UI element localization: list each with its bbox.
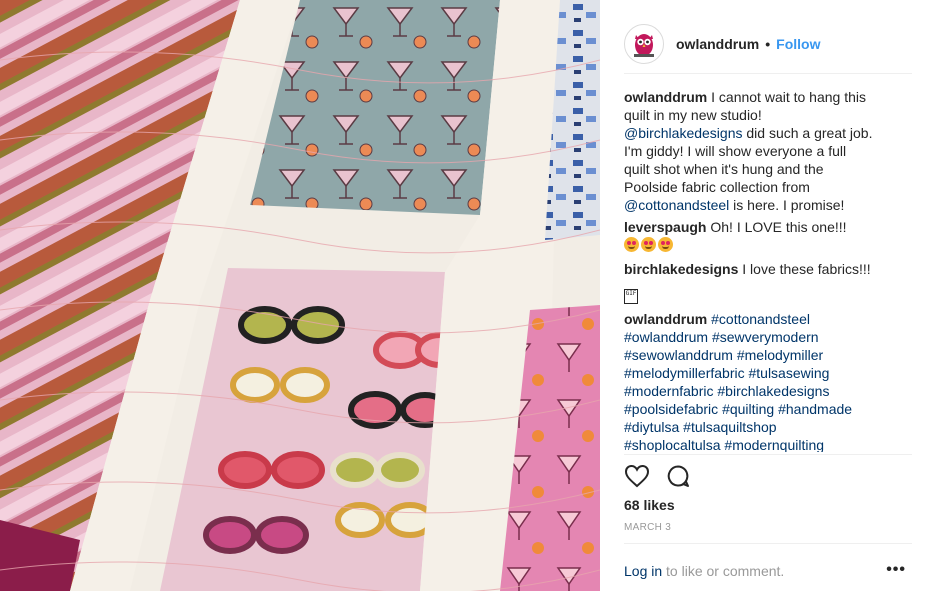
- likes-count[interactable]: 68 likes: [624, 497, 675, 513]
- quilt-photo-illustration: [0, 0, 600, 591]
- heart-eyes-emoji-icon: [641, 237, 656, 252]
- hashtag-link[interactable]: #sewverymodern: [712, 329, 819, 345]
- comment-username[interactable]: birchlakedesigns: [624, 261, 738, 277]
- comment-text: I love these fabrics!!!: [738, 261, 871, 277]
- follow-button[interactable]: Follow: [776, 36, 820, 52]
- post-date[interactable]: MARCH 3: [624, 522, 671, 533]
- mention-link[interactable]: @cottonandsteel: [624, 197, 729, 213]
- comment-bubble-icon: [667, 465, 689, 487]
- comment-text: Oh! I LOVE this one!!!: [706, 219, 847, 235]
- comment-text: is here. I promise!: [729, 197, 845, 213]
- like-button[interactable]: [624, 464, 650, 488]
- hashtag-link[interactable]: #owlanddrum: [624, 329, 708, 345]
- hashtag-link[interactable]: #melodymiller: [737, 347, 823, 363]
- hashtag-link[interactable]: #tulsaquiltshop: [683, 419, 776, 435]
- avatar[interactable]: [624, 23, 664, 64]
- comment-button[interactable]: [666, 464, 690, 488]
- mention-link[interactable]: @birchlakedesigns: [624, 125, 743, 141]
- hashtag-link[interactable]: #modernquilting: [724, 437, 824, 452]
- header-separator: •: [765, 35, 771, 52]
- heart-eyes-emoji-icon: [658, 237, 673, 252]
- hashtag-link[interactable]: #diytulsa: [624, 419, 679, 435]
- login-prompt-text: to like or comment.: [662, 563, 785, 579]
- comment-username[interactable]: leverspaugh: [624, 219, 706, 235]
- comments-list[interactable]: owlanddrum I cannot wait to hang this qu…: [624, 88, 874, 452]
- post-side-panel: owlanddrum • Follow owlanddrum I cannot …: [600, 0, 926, 591]
- post-actions: [624, 462, 690, 490]
- divider: [624, 454, 912, 455]
- list-item: birchlakedesigns I love these fabrics!!!…: [624, 260, 874, 304]
- hashtag-link[interactable]: #cottonandsteel: [711, 311, 810, 327]
- heart-outline-icon: [624, 464, 650, 488]
- list-item: leverspaugh Oh! I LOVE this one!!!: [624, 218, 874, 254]
- hashtag-link[interactable]: #birchlakedesigns: [717, 383, 829, 399]
- gif-icon: GIF: [624, 289, 638, 304]
- heart-eyes-emoji-icon: [624, 237, 639, 252]
- post-photo[interactable]: [0, 0, 600, 591]
- hashtag-link[interactable]: #shoplocaltulsa: [624, 437, 721, 452]
- hashtag-link[interactable]: #melodymillerfabric: [624, 365, 745, 381]
- login-prompt: Log in to like or comment.: [624, 563, 784, 579]
- hashtag-link[interactable]: #handmade: [778, 401, 852, 417]
- divider: [624, 543, 912, 544]
- login-link[interactable]: Log in: [624, 563, 662, 579]
- comment-username[interactable]: owlanddrum: [624, 311, 707, 327]
- hashtag-link[interactable]: #poolsidefabric: [624, 401, 718, 417]
- hashtag-link[interactable]: #tulsasewing: [748, 365, 829, 381]
- owl-logo-icon: [634, 33, 654, 57]
- hashtag-link[interactable]: #quilting: [722, 401, 774, 417]
- list-item: owlanddrum #cottonandsteel #owlanddrum #…: [624, 310, 874, 452]
- comment-username[interactable]: owlanddrum: [624, 89, 707, 105]
- hashtag-link[interactable]: #sewowlanddrum: [624, 347, 733, 363]
- post-author-username[interactable]: owlanddrum: [676, 36, 759, 52]
- hashtag-link[interactable]: #modernfabric: [624, 383, 714, 399]
- post-header: owlanddrum • Follow: [624, 14, 912, 74]
- caption-comment: owlanddrum I cannot wait to hang this qu…: [624, 88, 874, 214]
- more-options-icon[interactable]: •••: [886, 561, 906, 579]
